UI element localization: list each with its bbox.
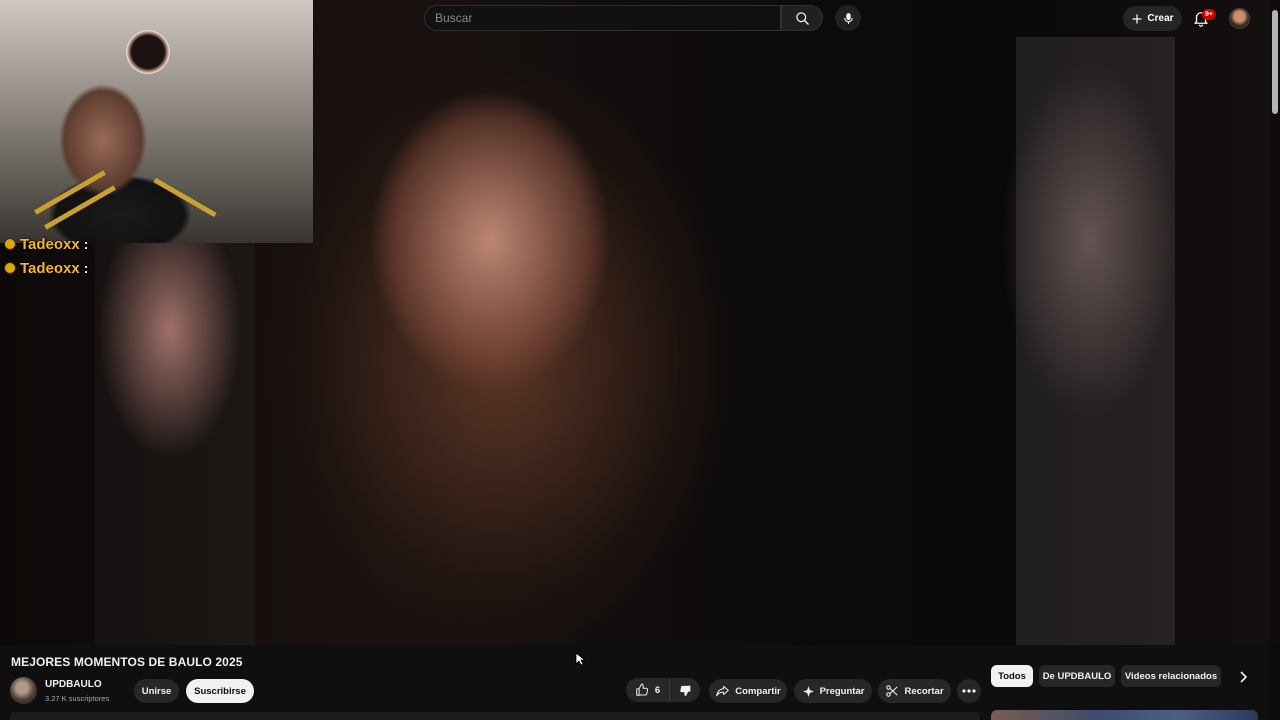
ask-label: Preguntar: [819, 685, 865, 697]
more-actions-button[interactable]: [957, 679, 981, 703]
chip-related-videos[interactable]: Videos relacionados: [1121, 665, 1221, 687]
search-icon: [795, 11, 810, 26]
related-video-thumbnail[interactable]: [991, 710, 1258, 720]
join-label: Unirse: [141, 685, 172, 697]
chip-label: De UPDBAULO: [1042, 670, 1112, 682]
search-placeholder: Buscar: [435, 11, 473, 25]
share-arrow-icon: [715, 684, 730, 698]
video-title: MEJORES MOMENTOS DE BAULO 2025: [11, 655, 243, 669]
account-avatar[interactable]: [1229, 8, 1250, 29]
chips-next-button[interactable]: [1234, 668, 1252, 686]
microphone-icon: [842, 11, 855, 26]
join-button[interactable]: Unirse: [134, 679, 179, 703]
chip-label: Videos relacionados: [1124, 670, 1218, 682]
chat-badge-icon: [4, 262, 16, 274]
mouse-cursor-icon: [575, 652, 585, 666]
search-input[interactable]: Buscar: [424, 5, 781, 31]
channel-name[interactable]: UPDBAULO: [45, 679, 102, 690]
subscriber-count: 3.27 K suscriptores: [45, 694, 110, 703]
share-button[interactable]: Compartir: [709, 679, 787, 703]
chip-label: Todos: [998, 670, 1026, 682]
chat-username: Tadeoxx: [20, 259, 80, 277]
sparkle-icon: [802, 685, 815, 698]
like-dislike-group: 6: [626, 678, 700, 702]
create-button[interactable]: Crear: [1123, 6, 1182, 31]
dislike-button[interactable]: [670, 678, 700, 702]
chat-line: Tadeoxx :: [4, 232, 88, 256]
scissors-icon: [885, 684, 899, 698]
chip-all[interactable]: Todos: [991, 665, 1033, 687]
scrollbar-thumb[interactable]: [1272, 10, 1278, 114]
chat-separator: :: [83, 236, 89, 252]
chat-line: Tadeoxx :: [4, 256, 88, 280]
chat-separator: :: [83, 260, 89, 276]
chip-from-channel[interactable]: De UPDBAULO: [1039, 665, 1115, 687]
voice-search-button[interactable]: [835, 5, 861, 31]
description-panel-edge: [10, 712, 980, 720]
clip-label: Recortar: [904, 685, 944, 697]
subscribe-button[interactable]: Suscribirse: [186, 679, 254, 703]
chat-badge-icon: [4, 238, 16, 250]
channel-avatar[interactable]: [10, 677, 37, 704]
like-button[interactable]: 6: [626, 678, 670, 702]
search-bar: Buscar: [424, 5, 861, 31]
video-frame-right-band: [1016, 37, 1175, 645]
notification-count-badge: 9+: [1202, 9, 1216, 20]
like-count: 6: [654, 684, 661, 696]
thumbs-up-icon: [635, 683, 649, 697]
more-horizontal-icon: [962, 689, 976, 693]
clip-button[interactable]: Recortar: [878, 679, 951, 703]
thumbs-down-icon: [679, 684, 692, 697]
search-button[interactable]: [781, 5, 823, 31]
subscribe-label: Suscribirse: [194, 685, 246, 697]
streamer-webcam-overlay: [0, 0, 313, 243]
page-scrollbar[interactable]: [1270, 0, 1280, 720]
plus-icon: [1131, 13, 1143, 25]
ask-button[interactable]: Preguntar: [794, 679, 872, 703]
create-label: Crear: [1147, 13, 1174, 24]
chat-username: Tadeoxx: [20, 235, 80, 253]
stream-chat-overlay: Tadeoxx : Tadeoxx :: [4, 232, 88, 280]
video-player[interactable]: Tadeoxx : Tadeoxx :: [0, 0, 1280, 645]
chevron-right-icon: [1238, 671, 1248, 683]
share-label: Compartir: [735, 685, 781, 697]
